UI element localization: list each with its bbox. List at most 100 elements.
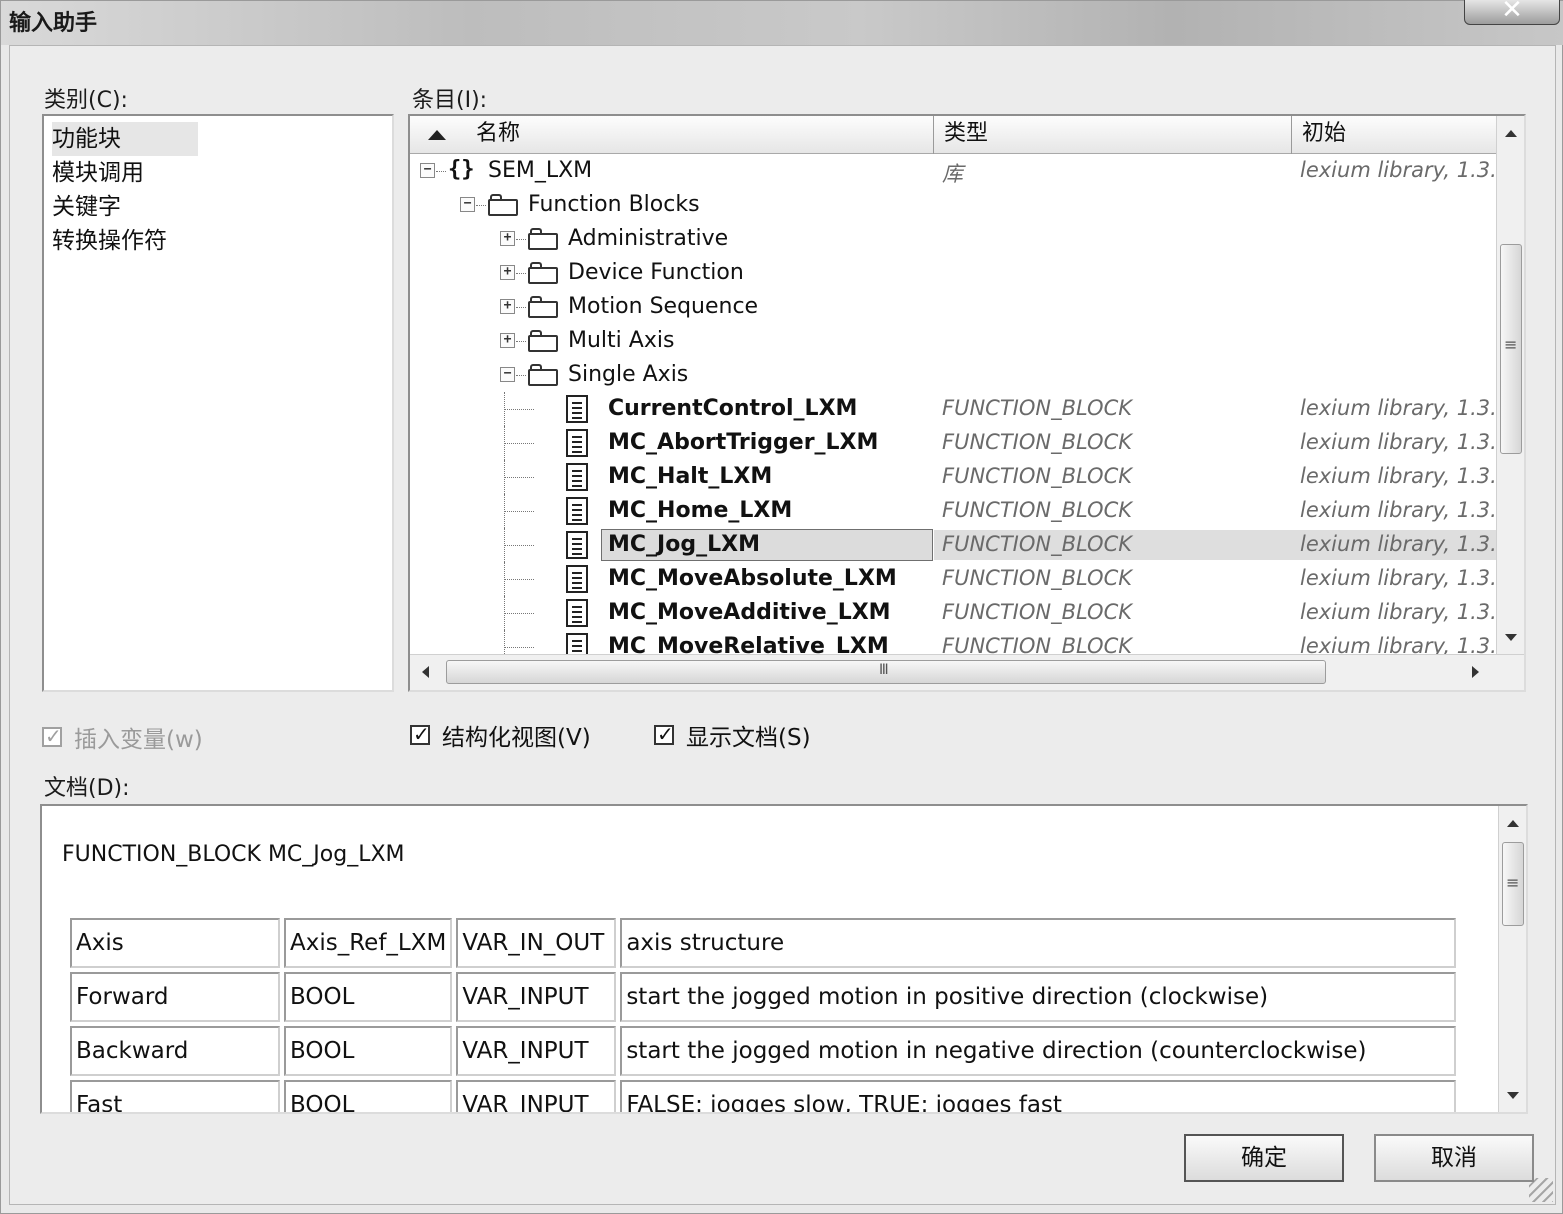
scroll-down-icon[interactable] [1507,1092,1519,1099]
tree-row[interactable]: − Single Axis [410,358,1496,392]
tree-connector [436,171,446,172]
tree-item-name: Device Function [568,260,744,285]
column-header-name[interactable]: 名称 [410,116,934,154]
tree-item-init: lexium library, 1.3.6 [1300,498,1496,522]
tree-row[interactable]: + Multi Axis [410,324,1496,358]
folder-icon [528,364,558,386]
input-assistant-dialog: 输入助手 ✕ 类别(C): 功能块 模块调用 关键字 转换操作符 条目(I): 名称 … [0,0,1563,1214]
tree-item-name: Multi Axis [568,328,675,353]
tree-row[interactable]: + Administrative [410,222,1496,256]
category-item[interactable]: 转换操作符 [52,224,167,258]
tree-row[interactable]: MC_MoveRelative_LXM FUNCTION_BLOCK lexium … [410,630,1496,654]
column-header-init[interactable]: 初始 [1292,116,1496,154]
column-header-type[interactable]: 类型 [934,116,1292,154]
entries-vscroll-thumb[interactable]: ≡ [1500,244,1522,454]
tree-item-name: CurrentControl_LXM [608,396,858,421]
category-item[interactable]: 模块调用 [52,156,144,190]
tree-item-type: FUNCTION_BLOCK [942,532,1133,556]
tree-connector [504,545,534,546]
resize-grip-icon[interactable] [1529,1178,1553,1202]
show-docs-checkbox[interactable]: ✓ 显示文档(S) [654,718,811,752]
tree-item-name: Function Blocks [528,192,700,217]
tree-row[interactable]: −{} SEM_LXM 库 lexium library, 1.3.6 [410,154,1496,188]
category-item[interactable]: 功能块 [52,122,198,156]
param-description: axis structure [620,918,1457,968]
tree-row[interactable]: + Motion Sequence [410,290,1496,324]
insert-variable-label: 插入变量(w) [74,727,203,753]
param-type: BOOL [284,1026,453,1076]
tree-row[interactable]: MC_AbortTrigger_LXM FUNCTION_BLOCK lexium … [410,426,1496,460]
tree-connector [476,205,486,206]
collapse-icon[interactable]: − [500,367,515,382]
tree-item-init: lexium library, 1.3.6 [1300,532,1496,556]
expand-icon[interactable]: + [500,333,515,348]
document-icon [566,463,588,491]
tree-connector [516,341,526,342]
entries-label: 条目(I): [412,88,488,113]
entries-hscroll-thumb[interactable]: Ⅲ [446,660,1326,684]
tree-row[interactable]: MC_MoveAdditive_LXM FUNCTION_BLOCK lexium … [410,596,1496,630]
folder-icon [528,296,558,318]
scroll-right-icon[interactable] [1472,666,1479,678]
documentation-label: 文档(D): [44,776,130,801]
checkbox-box: ✓ [410,722,430,746]
document-icon [566,395,588,423]
doc-parameter-row: Axis Axis_Ref_LXM VAR_IN_OUT axis structure [70,918,1457,968]
scroll-up-icon[interactable] [1507,820,1519,827]
tree-row[interactable]: + Device Function [410,256,1496,290]
tree-connector [504,596,505,630]
doc-function-block-title: FUNCTION_BLOCK MC_Jog_LXM [62,842,405,867]
tree-connector [516,239,526,240]
doc-vscroll-thumb[interactable]: ≡ [1502,842,1524,926]
scroll-up-icon[interactable] [1505,130,1517,137]
checkmark-icon: ✓ [657,722,674,746]
folder-icon [488,194,518,216]
tree-row[interactable]: CurrentControl_LXM FUNCTION_BLOCK lexium l… [410,392,1496,426]
tree-connector [516,307,526,308]
tree-connector [504,511,534,512]
cancel-button[interactable]: 取消 [1374,1134,1534,1182]
entries-vertical-scrollbar[interactable]: ≡ [1496,116,1524,654]
tree-connector [504,494,505,528]
category-item[interactable]: 关键字 [52,190,121,224]
tree-connector [516,375,526,376]
param-kind: VAR_INPUT [456,972,617,1022]
doc-vertical-scrollbar[interactable]: ≡ [1498,806,1526,1112]
dialog-client-area: 类别(C): 功能块 模块调用 关键字 转换操作符 条目(I): 名称 类型 初始 −… [9,45,1556,1205]
expand-icon[interactable]: + [500,265,515,280]
doc-parameter-row: Backward BOOL VAR_INPUT start the jogged mo… [70,1026,1457,1076]
param-description: start the jogged motion in positive dire… [620,972,1457,1022]
param-type: BOOL [284,1080,453,1112]
collapse-icon[interactable]: − [460,197,475,212]
tree-item-init: lexium library, 1.3.6 [1300,566,1496,590]
close-button[interactable]: ✕ [1464,0,1560,25]
folder-icon [528,330,558,352]
tree-row[interactable]: MC_MoveAbsolute_LXM FUNCTION_BLOCK lexium … [410,562,1496,596]
scroll-left-icon[interactable] [422,666,429,678]
expand-icon[interactable]: + [500,231,515,246]
tree-item-name: MC_Jog_LXM [608,532,760,557]
param-description: FALSE: jogges slow, TRUE: jogges fast [620,1080,1457,1112]
documentation-pane[interactable]: FUNCTION_BLOCK MC_Jog_LXM Axis Axis_Ref_L… [40,804,1528,1114]
tree-item-name: Single Axis [568,362,689,387]
window-title: 输入助手 [9,11,98,36]
tree-row[interactable]: MC_Home_LXM FUNCTION_BLOCK lexium library,… [410,494,1496,528]
tree-item-name: Motion Sequence [568,294,759,319]
entries-horizontal-scrollbar[interactable]: Ⅲ [410,654,1524,690]
column-type-label: 类型 [944,121,989,146]
category-list[interactable]: 功能块 模块调用 关键字 转换操作符 [42,114,394,692]
expand-icon[interactable]: + [500,299,515,314]
collapse-icon[interactable]: − [420,163,435,178]
tree-row[interactable]: MC_Halt_LXM FUNCTION_BLOCK lexium library,… [410,460,1496,494]
param-name: Backward [70,1026,280,1076]
entries-tree-grid[interactable]: 名称 类型 初始 −{} SEM_LXM 库 lexium library, 1.3.… [408,114,1526,692]
insert-variable-checkbox[interactable]: ✓ 插入变量(w) [42,720,203,754]
checkbox-box: ✓ [654,722,674,746]
ok-button[interactable]: 确定 [1184,1134,1344,1182]
tree-row[interactable]: MC_Jog_LXM FUNCTION_BLOCK lexium library, … [410,528,1496,562]
scroll-down-icon[interactable] [1505,634,1517,641]
tree-item-name: Administrative [568,226,729,251]
tree-row[interactable]: − Function Blocks [410,188,1496,222]
tree-connector [504,409,534,410]
structured-view-checkbox[interactable]: ✓ 结构化视图(V) [410,718,591,752]
